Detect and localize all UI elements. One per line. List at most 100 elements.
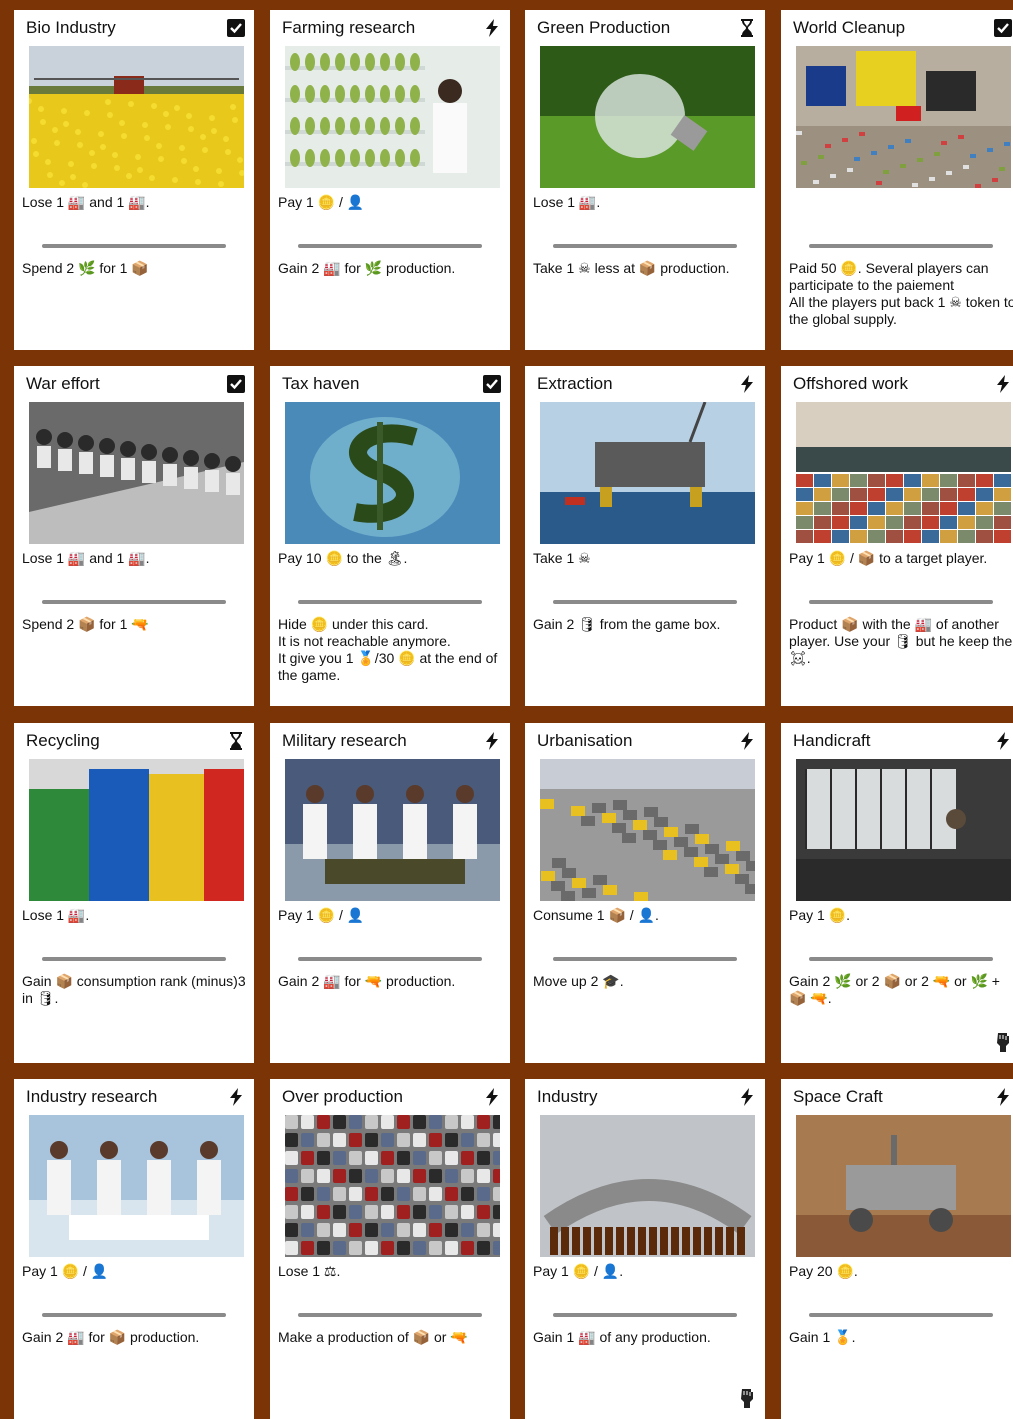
card-divider [298,1313,482,1317]
card[interactable]: Over production Lose 1 ⚖. Make a productio… [270,1079,510,1419]
card-photo [796,402,1011,544]
card-effect-text: Product 📦 with the 🏭 of another player. … [789,616,1013,666]
card[interactable]: Green Production Lose 1 🏭. Take 1 ☠ less … [525,10,765,350]
card-photo [285,759,500,901]
card-title: Urbanisation [537,731,633,750]
card-photo [540,759,755,901]
card-divider [298,600,482,604]
card-effect-text: Move up 2 🎓. [533,973,624,989]
card-divider [809,1313,993,1317]
card-divider [553,1313,737,1317]
card-cost-text: Pay 1 🪙 / 👤 [278,194,365,210]
card-cost-text: Consume 1 📦 / 👤. [533,907,659,923]
card-effect-text: Make a production of 📦 or 🔫 [278,1329,468,1345]
card-divider [42,600,226,604]
card-title: Handicraft [793,731,871,750]
card-effect-text: Gain 2 🌿 or 2 📦 or 2 🔫 or 🌿 + 📦 🔫. [789,973,1000,1006]
card-title: Farming research [282,18,416,37]
card-photo [540,46,755,188]
card-title: Industry [537,1087,598,1106]
card-photo [285,402,500,544]
checkbox-icon [993,18,1013,38]
card-divider [298,244,482,248]
card-effect-text: Gain 2 🛢 from the game box. [533,616,721,632]
card[interactable]: World Cleanup Paid 50 🪙. Several players… [781,10,1013,350]
card[interactable]: War effort Lose 1 🏭 and 1 🏭. Spend 2 📦 for… [14,366,254,706]
card-photo [540,402,755,544]
card[interactable]: Space Craft Pay 20 🪙. Gain 1 🏅. [781,1079,1013,1419]
card[interactable]: Extraction Take 1 ☠ Gain 2 🛢 from the gam… [525,366,765,706]
card-effect-text: Paid 50 🪙. Several players can participa… [789,260,1013,327]
card-cost-text: Lose 1 🏭 and 1 🏭. [22,194,150,210]
card-effect-text: Gain 2 🏭 for 🌿 production. [278,260,456,276]
card-cost-text: Lose 1 ⚖. [278,1263,341,1279]
card-divider [809,244,993,248]
card-title: Tax haven [282,374,360,393]
card-title: Recycling [26,731,100,750]
fist-icon [995,1031,1011,1053]
checkbox-icon [226,18,246,38]
card[interactable]: Recycling Lose 1 🏭. Gain 📦 consumption ra… [14,723,254,1063]
card-cost-text: Lose 1 🏭 and 1 🏭. [22,550,150,566]
card-effect-text: Gain 📦 consumption rank (minus)3 in 🛢. [22,973,246,1006]
card[interactable]: Tax haven Pay 10 🪙 to the 🏝. Hide 🪙 under… [270,366,510,706]
card-title: Space Craft [793,1087,883,1106]
card-photo [796,1115,1011,1257]
card-photo [540,1115,755,1257]
card-divider [553,244,737,248]
card-photo [29,402,244,544]
card-effect-text: Gain 2 🏭 for 🔫 production. [278,973,456,989]
lightning-icon [482,1087,502,1107]
card-photo [285,46,500,188]
card-cost-text: Pay 20 🪙. [789,1263,858,1279]
card-photo [29,1115,244,1257]
card-divider [298,957,482,961]
card-cost-text: Pay 1 🪙 / 📦 to a target player. [789,550,988,566]
card-photo [285,1115,500,1257]
lightning-icon [993,1087,1013,1107]
card-title: Industry research [26,1087,158,1106]
card-title: Over production [282,1087,403,1106]
card-title: World Cleanup [793,18,906,37]
card-title: War effort [26,374,100,393]
card-effect-text: Gain 1 🏅. [789,1329,856,1345]
card-divider [42,244,226,248]
card-cost-text: Take 1 ☠ [533,550,591,566]
card[interactable]: Farming research Pay 1 🪙 / 👤 Gain 2 🏭 for … [270,10,510,350]
card-divider [809,600,993,604]
card-effect-text: Spend 2 🌿 for 1 📦 [22,260,149,276]
lightning-icon [482,731,502,751]
card-cost-text: Pay 10 🪙 to the 🏝. [278,550,408,566]
card-photo [29,46,244,188]
card-title: Bio Industry [26,18,116,37]
lightning-icon [482,18,502,38]
card-cost-text: Pay 1 🪙 / 👤. [533,1263,624,1279]
card[interactable]: Industry research Pay 1 🪙 / 👤 Gain 2 🏭 for… [14,1079,254,1419]
card-cost-text: Lose 1 🏭. [533,194,601,210]
card-divider [42,1313,226,1317]
hourglass-icon [737,18,757,38]
card-title: Military research [282,731,407,750]
lightning-icon [226,1087,246,1107]
lightning-icon [737,1087,757,1107]
card[interactable]: Handicraft Pay 1 🪙. Gain 2 🌿 or 2 📦 or 2 🔫… [781,723,1013,1063]
fist-icon [739,1387,755,1409]
card-divider [553,957,737,961]
hourglass-icon [226,731,246,751]
card-effect-text: Take 1 ☠ less at 📦 production. [533,260,730,276]
checkbox-icon [482,374,502,394]
card[interactable]: Industry Pay 1 🪙 / 👤. Gain 1 🏭 of any prod… [525,1079,765,1419]
card[interactable]: Military research Pay 1 🪙 / 👤 Gain 2 🏭 for… [270,723,510,1063]
card[interactable]: Urbanisation Consume 1 📦 / 👤. Move up 2 🎓. [525,723,765,1063]
checkbox-icon [226,374,246,394]
card-photo [796,759,1011,901]
card[interactable]: Bio Industry Lose 1 🏭 and 1 🏭. Spend 2 🌿 … [14,10,254,350]
card[interactable]: Offshored work Pay 1 🪙 / 📦 to a target pl… [781,366,1013,706]
card-divider [42,957,226,961]
card-effect-text: Gain 2 🏭 for 📦 production. [22,1329,200,1345]
card-title: Offshored work [793,374,908,393]
card-effect-text: Spend 2 📦 for 1 🔫 [22,616,149,632]
card-photo [29,759,244,901]
card-title: Extraction [537,374,613,393]
card-title: Green Production [537,18,671,37]
